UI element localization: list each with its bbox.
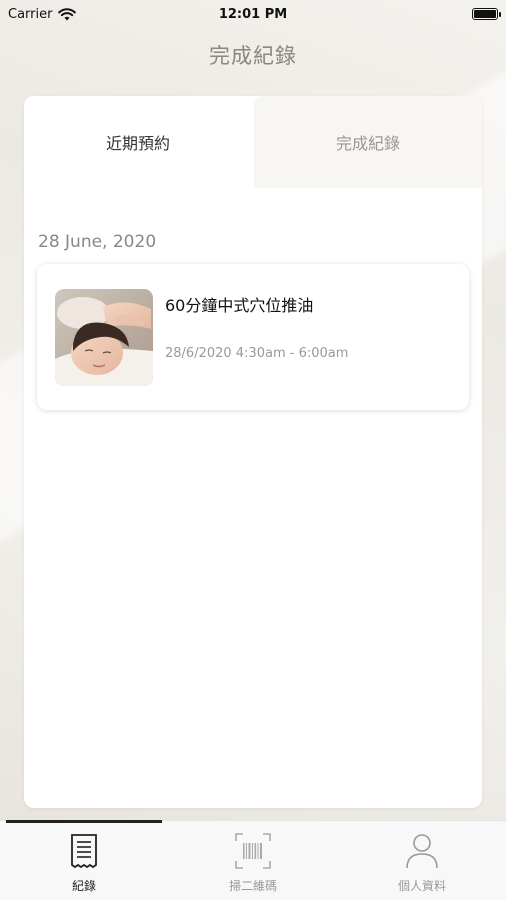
list-item[interactable]: 60分鐘中式穴位推油 28/6/2020 4:30am - 6:00am — [37, 264, 469, 410]
tab-completed-records[interactable]: 完成紀錄 — [254, 96, 482, 188]
bottom-tab-bar: 紀錄 掃二維碼 個人資料 — [0, 820, 506, 900]
status-bar: Carrier 12:01 PM — [0, 0, 506, 28]
segment-tabs: 近期預約 完成紀錄 — [24, 96, 482, 188]
tabbar-item-profile[interactable]: 個人資料 — [344, 821, 500, 900]
barcode-scan-icon — [235, 833, 271, 869]
massage-thumbnail — [55, 289, 153, 386]
tabbar-label-records: 紀錄 — [71, 879, 96, 893]
receipt-icon — [71, 834, 97, 869]
tab-upcoming-appointments[interactable]: 近期預約 — [24, 96, 252, 188]
record-time: 28/6/2020 4:30am - 6:00am — [165, 346, 349, 361]
person-icon — [406, 834, 438, 869]
records-card: 近期預約 完成紀錄 28 June, 2020 60分鐘中式穴位推油 28/6/… — [24, 96, 482, 808]
date-heading: 28 June, 2020 — [38, 232, 157, 252]
tabbar-label-profile: 個人資料 — [397, 879, 446, 893]
tabbar-label-scan: 掃二維碼 — [228, 879, 277, 893]
carrier-label: Carrier — [8, 6, 53, 22]
record-title: 60分鐘中式穴位推油 — [165, 296, 314, 315]
wifi-icon — [58, 7, 77, 20]
tabbar-item-scan[interactable]: 掃二維碼 — [175, 821, 331, 900]
battery-icon — [472, 8, 501, 20]
tabbar-item-records[interactable]: 紀錄 — [6, 821, 162, 900]
page-title: 完成紀錄 — [209, 44, 297, 68]
